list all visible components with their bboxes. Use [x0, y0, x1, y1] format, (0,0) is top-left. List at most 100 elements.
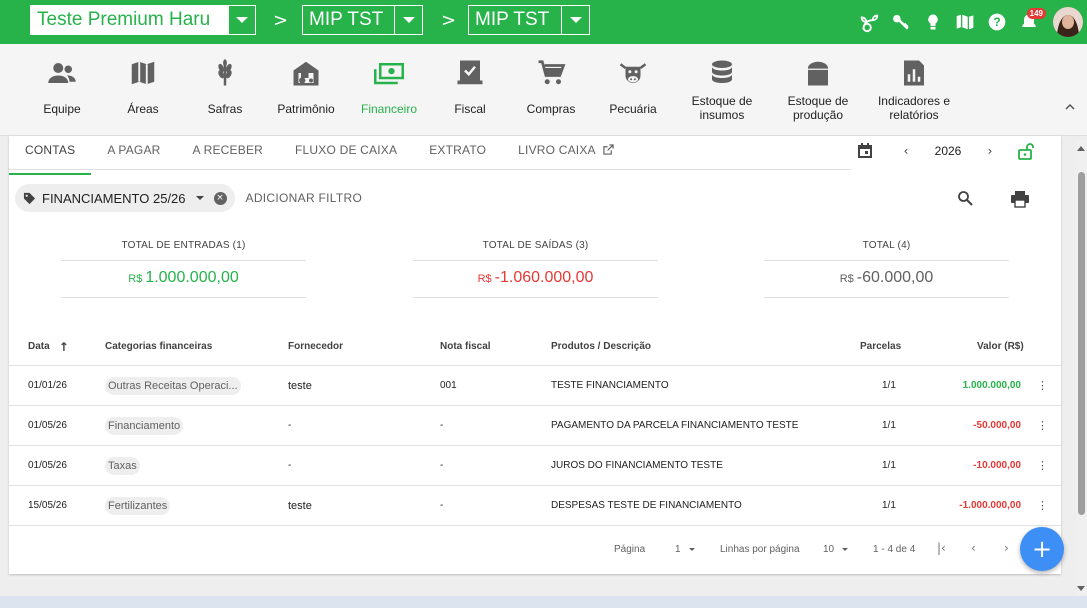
header-categorias[interactable]: Categorias financeiras	[105, 328, 212, 365]
sort-arrow-up-icon[interactable]: ↑	[59, 340, 69, 354]
money-icon	[374, 63, 404, 85]
caret-down-icon[interactable]	[195, 196, 204, 200]
module-fiscal[interactable]: Fiscal	[425, 58, 515, 116]
lightbulb-icon[interactable]	[917, 6, 949, 38]
table-row[interactable]: 01/05/26 Financiamento - - PAGAMENTO DA …	[9, 406, 1061, 446]
search-icon[interactable]	[957, 190, 973, 211]
module-patrimonio[interactable]: Patrimônio	[261, 58, 351, 116]
page-number: 1	[675, 544, 681, 555]
crop-selector-2[interactable]: MIP TST	[468, 5, 590, 35]
header-parcelas[interactable]: Parcelas	[860, 328, 901, 365]
cow-icon	[619, 63, 647, 83]
table-row[interactable]: 01/05/26 Taxas - - JUROS DO FINANCIAMENT…	[9, 446, 1061, 486]
open-external-icon	[602, 144, 614, 155]
tab-fluxo-de-caixa[interactable]: FLUXO DE CAIXA	[279, 136, 413, 169]
category-chip: Taxas	[105, 456, 140, 475]
os-taskbar	[0, 596, 1087, 608]
module-equipe[interactable]: Equipe	[17, 58, 107, 116]
add-filter-button[interactable]: ADICIONAR FILTRO	[246, 191, 363, 205]
calendar-icon[interactable]	[857, 143, 877, 159]
map-icon	[131, 61, 155, 85]
book-map-icon[interactable]	[949, 6, 981, 38]
row-menu-icon[interactable]: ⋮	[1037, 366, 1048, 405]
financial-card: CONTAS A PAGAR A RECEBER FLUXO DE CAIXA …	[9, 136, 1061, 574]
key-icon[interactable]	[885, 6, 917, 38]
tabs: CONTAS A PAGAR A RECEBER FLUXO DE CAIXA …	[9, 136, 851, 175]
rows-per-page-select[interactable]: 10	[823, 544, 849, 555]
rows-per-page-label: Linhas por página	[720, 544, 800, 555]
header-valor[interactable]: Valor (R$)	[977, 328, 1024, 365]
prev-page-chevron-left-icon[interactable]: ‹	[971, 541, 976, 555]
total-entradas-value: R$ 1.000.000,00	[61, 269, 306, 287]
scroll-up-arrow-icon[interactable]	[1077, 146, 1085, 151]
cell-valor: -50.000,00	[973, 420, 1021, 431]
cell-nota: -	[440, 420, 444, 431]
tab-extrato[interactable]: EXTRATO	[413, 136, 502, 169]
header-nota-fiscal[interactable]: Nota fiscal	[440, 328, 491, 365]
module-safras[interactable]: Safras	[180, 58, 270, 116]
module-areas[interactable]: Áreas	[98, 58, 188, 116]
print-icon[interactable]	[1010, 190, 1030, 213]
tab-livro-caixa[interactable]: LIVRO CAIXA	[502, 136, 629, 169]
currency: R$	[477, 273, 492, 285]
cell-produto: DESPESAS TESTE DE FINANCIAMENTO	[551, 500, 742, 511]
cell-fornecedor: -	[288, 420, 292, 431]
cell-data: 01/05/26	[28, 460, 67, 471]
module-pecuaria[interactable]: Pecuária	[588, 58, 678, 116]
farm-dropdown-button[interactable]	[227, 6, 255, 34]
scrollbar[interactable]	[1076, 140, 1087, 595]
plant-sparkle-icon[interactable]	[853, 6, 885, 38]
chevron-right-icon: >	[441, 10, 457, 31]
module-compras[interactable]: Compras	[506, 58, 596, 116]
farm-selector[interactable]: Teste Premium Haru	[30, 5, 256, 35]
remove-filter-icon[interactable]: ×	[213, 191, 227, 205]
year-selector: ‹ 2026 ›	[857, 142, 1035, 160]
filter-chip[interactable]: FINANCIAMENTO 25/26 ×	[15, 184, 235, 212]
module-estoque-producao[interactable]: Estoque de produção	[773, 58, 863, 122]
header-fornecedor[interactable]: Fornecedor	[288, 328, 343, 365]
next-year-chevron-right-icon[interactable]: ›	[977, 144, 1003, 158]
total-entradas: TOTAL DE ENTRADAS (1) R$ 1.000.000,00	[61, 240, 306, 298]
top-bar: Teste Premium Haru > MIP TST > MIP TST ?…	[0, 0, 1087, 44]
scroll-down-arrow-icon[interactable]	[1077, 586, 1085, 591]
row-menu-icon[interactable]: ⋮	[1037, 446, 1048, 485]
table-row[interactable]: 01/01/26 Outras Receitas Operaci... test…	[9, 366, 1061, 406]
help-icon[interactable]: ?	[981, 6, 1013, 38]
rows-per-page-value: 10	[823, 544, 835, 555]
module-label: Estoque de insumos	[691, 94, 753, 122]
module-indicadores[interactable]: Indicadores e relatórios	[869, 58, 959, 122]
tab-contas[interactable]: CONTAS	[9, 136, 92, 175]
crop-selector-1[interactable]: MIP TST	[302, 5, 423, 35]
crop-dropdown-button-2[interactable]	[561, 6, 589, 34]
crop-dropdown-button-1[interactable]	[394, 6, 422, 34]
module-financeiro[interactable]: Financeiro	[344, 58, 434, 116]
tab-a-pagar[interactable]: A PAGAR	[91, 136, 176, 169]
cell-data: 15/05/26	[28, 500, 67, 511]
table-row[interactable]: 15/05/26 Fertilizantes teste - DESPESAS …	[9, 486, 1061, 526]
caret-down-icon	[569, 17, 582, 23]
row-menu-icon[interactable]: ⋮	[1037, 486, 1048, 525]
category-chip: Outras Receitas Operaci...	[105, 376, 241, 395]
avatar[interactable]	[1053, 7, 1083, 37]
tab-a-receber[interactable]: A RECEBER	[177, 136, 280, 169]
scrollbar-thumb[interactable]	[1078, 172, 1085, 515]
module-label: Pecuária	[609, 102, 657, 116]
amount: 1.000.000,00	[145, 269, 239, 286]
collapse-chevron-up-icon[interactable]	[1065, 100, 1075, 114]
module-estoque-insumos[interactable]: Estoque de insumos	[677, 58, 767, 122]
unlock-icon[interactable]	[1017, 142, 1035, 160]
row-menu-icon[interactable]: ⋮	[1037, 406, 1048, 445]
cell-categoria: Outras Receitas Operaci...	[105, 366, 241, 405]
prev-year-chevron-left-icon[interactable]: ‹	[893, 144, 919, 158]
cell-fornecedor: -	[288, 460, 292, 471]
module-label: Fiscal	[454, 102, 486, 116]
cell-parcelas: 1/1	[882, 500, 896, 511]
header-produtos[interactable]: Produtos / Descrição	[551, 328, 651, 365]
header-data[interactable]: Data ↑	[28, 328, 69, 365]
page-select[interactable]: 1	[675, 544, 695, 555]
add-button[interactable]: +	[1020, 527, 1064, 571]
first-page-icon[interactable]: |‹	[937, 541, 946, 555]
caret-down-icon	[842, 547, 849, 551]
notifications-icon[interactable]: 149	[1013, 6, 1046, 38]
next-page-chevron-right-icon[interactable]: ›	[1004, 541, 1009, 555]
